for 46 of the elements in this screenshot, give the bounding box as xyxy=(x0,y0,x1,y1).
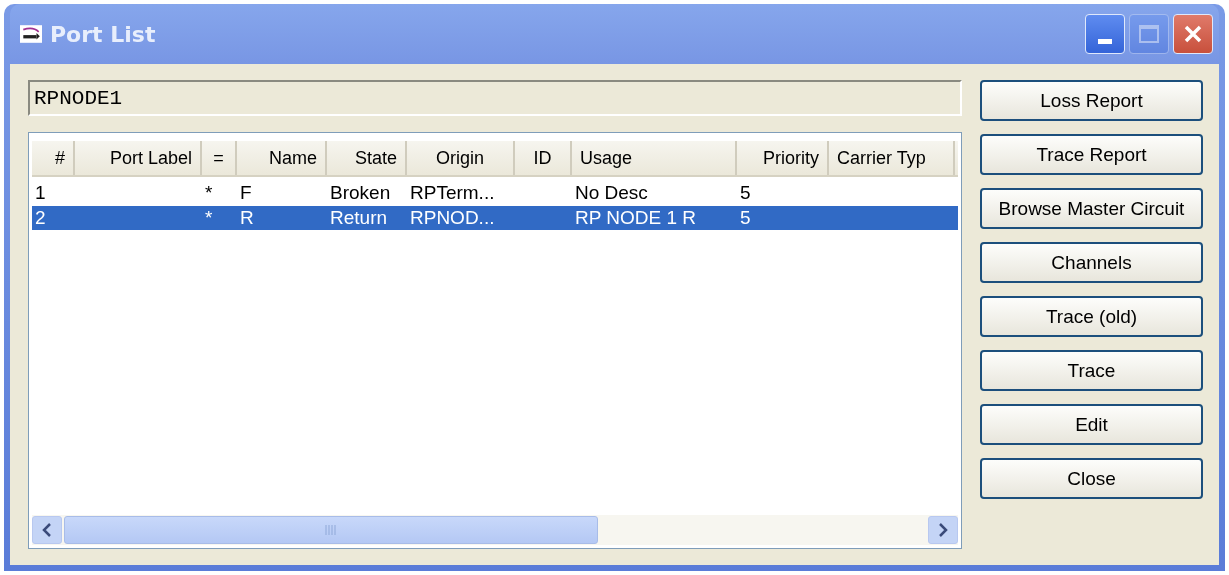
row-number: 1 xyxy=(34,182,47,204)
column-header[interactable]: Origin xyxy=(407,141,515,175)
port-state: Return xyxy=(329,207,389,229)
scroll-thumb[interactable] xyxy=(64,516,598,544)
window-title: Port List xyxy=(50,21,156,47)
port-name: F xyxy=(239,182,253,204)
app-logo-icon xyxy=(20,25,42,43)
action-button[interactable]: Close xyxy=(980,458,1203,499)
port-usage: RP NODE 1 R xyxy=(574,207,698,229)
action-button[interactable]: Trace Report xyxy=(980,134,1203,175)
node-name-field[interactable]: RPNODE1 xyxy=(28,80,962,116)
port-usage: No Desc xyxy=(574,182,649,204)
port-priority: 5 xyxy=(739,207,752,229)
column-header[interactable]: # xyxy=(32,141,75,175)
column-header[interactable]: State xyxy=(327,141,407,175)
column-header[interactable]: Usage xyxy=(572,141,737,175)
row-number: 2 xyxy=(34,207,47,229)
table-row[interactable]: 2 * R Return RPNOD... RP NODE 1 R 5 xyxy=(32,206,958,230)
port-state: Broken xyxy=(329,182,392,204)
scroll-left-button[interactable] xyxy=(32,516,62,544)
minimize-button[interactable] xyxy=(1085,14,1125,54)
close-icon xyxy=(1183,24,1203,44)
chevron-right-icon xyxy=(938,523,948,537)
column-header[interactable]: ID xyxy=(515,141,572,175)
equals-mark: * xyxy=(204,207,214,229)
column-header[interactable]: Name xyxy=(237,141,327,175)
close-button[interactable] xyxy=(1173,14,1213,54)
action-button[interactable]: Browse Master Circuit xyxy=(980,188,1203,229)
port-name: R xyxy=(239,207,255,229)
column-header[interactable]: Port Label xyxy=(75,141,202,175)
horizontal-scrollbar[interactable] xyxy=(32,515,958,545)
action-button[interactable]: Loss Report xyxy=(980,80,1203,121)
action-button[interactable]: Edit xyxy=(980,404,1203,445)
table-row[interactable]: 1 * F Broken RPTerm... No Desc 5 xyxy=(32,181,958,205)
action-button[interactable]: Channels xyxy=(980,242,1203,283)
column-header[interactable]: Carrier Typ xyxy=(829,141,955,175)
column-header[interactable]: = xyxy=(202,141,237,175)
chevron-left-icon xyxy=(42,523,52,537)
port-priority: 5 xyxy=(739,182,752,204)
column-header[interactable]: Priority xyxy=(737,141,829,175)
action-button[interactable]: Trace xyxy=(980,350,1203,391)
port-origin: RPTerm... xyxy=(409,182,496,204)
equals-mark: * xyxy=(204,182,214,204)
action-button[interactable]: Trace (old) xyxy=(980,296,1203,337)
port-origin: RPNOD... xyxy=(409,207,496,229)
scroll-right-button[interactable] xyxy=(928,516,958,544)
